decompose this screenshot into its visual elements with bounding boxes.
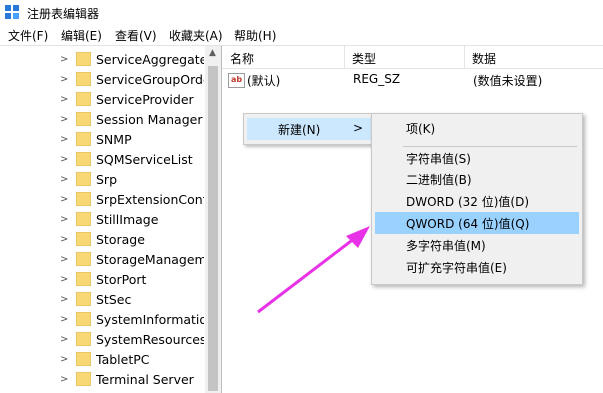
annotation-arrow-head <box>346 226 370 248</box>
annotation-arrow-line <box>257 236 356 314</box>
annotation-arrow <box>257 226 370 314</box>
